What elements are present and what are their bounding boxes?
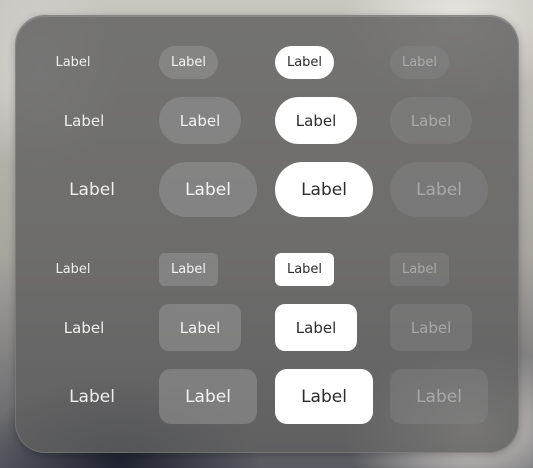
tinted-capsule-button-small[interactable]: Label (159, 46, 218, 79)
plain-capsule-button-small[interactable]: Label (43, 46, 103, 79)
plain-rounded-button-medium[interactable]: Label (43, 304, 125, 351)
tinted-capsule-button-large[interactable]: Label (159, 162, 257, 217)
tinted-rounded-button-small[interactable]: Label (159, 253, 218, 286)
filled-capsule-button-medium[interactable]: Label (275, 97, 357, 144)
filled-rounded-button-small[interactable]: Label (275, 253, 334, 286)
plain-rounded-button-large[interactable]: Label (43, 369, 141, 424)
filled-capsule-button-small[interactable]: Label (275, 46, 334, 79)
tinted-rounded-button-medium[interactable]: Label (159, 304, 241, 351)
plain-rounded-button-small[interactable]: Label (43, 253, 103, 286)
filled-rounded-button-large[interactable]: Label (275, 369, 373, 424)
disabled-capsule-button-medium: Label (390, 97, 472, 144)
tinted-rounded-button-large[interactable]: Label (159, 369, 257, 424)
filled-rounded-button-medium[interactable]: Label (275, 304, 357, 351)
disabled-capsule-button-large: Label (390, 162, 488, 217)
disabled-rounded-button-small: Label (390, 253, 449, 286)
disabled-capsule-button-small: Label (390, 46, 449, 79)
tinted-capsule-button-medium[interactable]: Label (159, 97, 241, 144)
plain-capsule-button-large[interactable]: Label (43, 162, 141, 217)
disabled-rounded-button-medium: Label (390, 304, 472, 351)
filled-capsule-button-large[interactable]: Label (275, 162, 373, 217)
plain-capsule-button-medium[interactable]: Label (43, 97, 125, 144)
disabled-rounded-button-large: Label (390, 369, 488, 424)
